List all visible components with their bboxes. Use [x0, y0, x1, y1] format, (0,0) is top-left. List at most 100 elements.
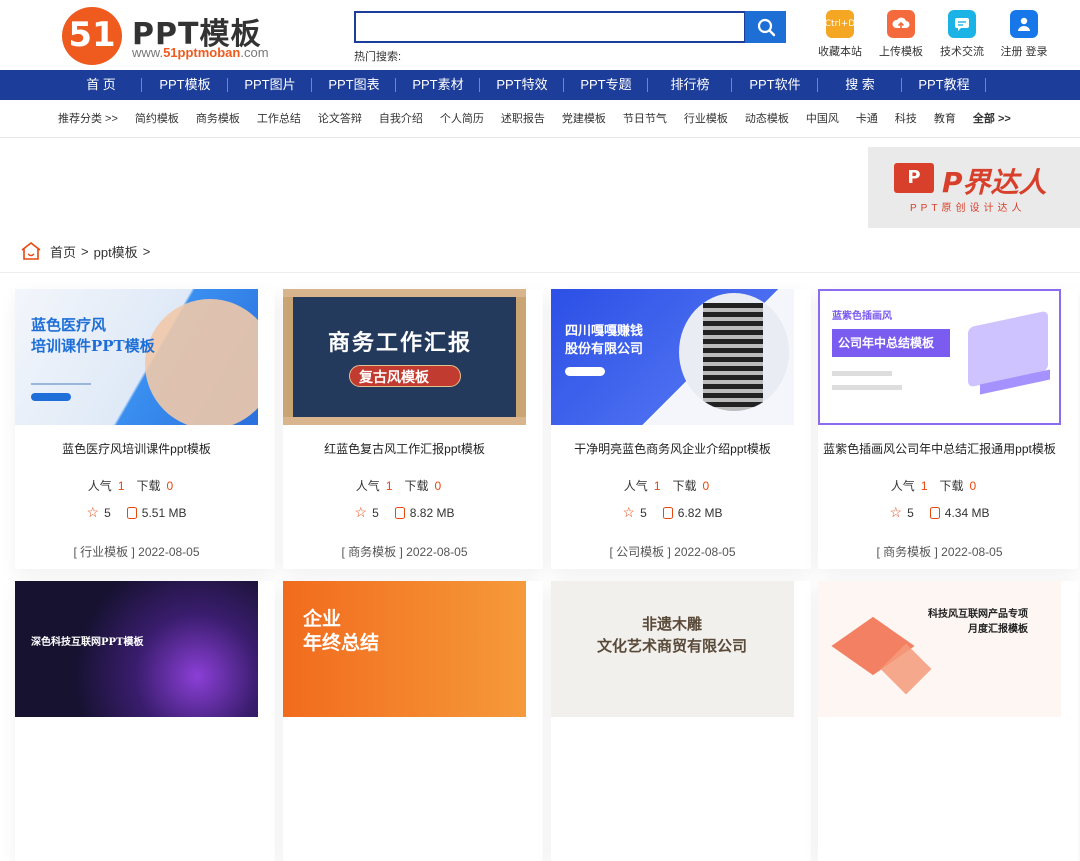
bookmark-site-button[interactable]: Ctrl+D 收藏本站 [810, 10, 870, 59]
template-stats: 人气 1 下载 0 [890, 479, 977, 493]
site-logo[interactable]: 51 PPT模板 www.51pptmoban.com [62, 5, 282, 65]
category-item[interactable]: 教育 [934, 100, 956, 138]
category-item[interactable]: 论文答辩 [318, 100, 362, 138]
category-item[interactable]: 个人简历 [440, 100, 484, 138]
nav-item[interactable]: PPT专题 [564, 70, 648, 100]
ppt-logo-icon: P [894, 163, 934, 193]
pjie-daren-banner[interactable]: P P界达人 PPT原创设计达人 [868, 147, 1080, 228]
template-thumbnail[interactable]: 科技风互联网产品专项 月度汇报模板 [818, 581, 1061, 717]
template-category-date: [ 商务模板 ] 2022-08-05 [341, 545, 468, 559]
template-meta: ☆ 5 6.82 MB [622, 504, 723, 520]
category-all-link[interactable]: 全部 >> [973, 100, 1011, 138]
divider [0, 272, 1080, 273]
nav-item[interactable]: PPT图片 [228, 70, 312, 100]
template-stats: 人气 1 下载 0 [355, 479, 442, 493]
breadcrumb-current[interactable]: ppt模板 [94, 242, 138, 261]
nav-item[interactable]: PPT软件 [732, 70, 818, 100]
category-item[interactable]: 卡通 [856, 100, 878, 138]
breadcrumb-separator: > [81, 243, 89, 259]
template-meta: ☆ 5 4.34 MB [889, 504, 990, 520]
nav-item[interactable]: 首 页 [60, 70, 142, 100]
upload-template-button[interactable]: 上传模板 [871, 10, 931, 59]
category-item[interactable]: 动态模板 [745, 100, 789, 138]
star-icon: ☆ [86, 504, 100, 520]
search-input[interactable] [356, 13, 744, 41]
template-meta: ☆ 5 5.51 MB [86, 504, 187, 520]
nav-item[interactable]: PPT素材 [396, 70, 480, 100]
template-thumbnail[interactable]: 商务工作汇报 复古风模板 [283, 289, 526, 425]
template-thumbnail[interactable]: 非遗木雕 文化艺术商贸有限公司 [551, 581, 794, 717]
template-thumbnail[interactable]: 公司年中总结模板 蓝紫色插画风 [818, 289, 1061, 425]
search-button[interactable] [745, 11, 786, 43]
template-title[interactable]: 干净明亮蓝色商务风企业介绍ppt模板 [551, 440, 794, 457]
template-thumbnail[interactable]: 企业 年终总结 [283, 581, 526, 717]
template-card[interactable]: 四川嘎嘎赚钱 股份有限公司 干净明亮蓝色商务风企业介绍ppt模板 人气 1 下载 0 … [551, 289, 811, 569]
template-category-date: [ 行业模板 ] 2022-08-05 [73, 545, 200, 559]
logo-mark: 51 [62, 7, 122, 65]
site-header: 51 PPT模板 www.51pptmoban.com 热门搜索: Ctrl+D… [0, 0, 1080, 70]
category-item[interactable]: 节日节气 [623, 100, 667, 138]
star-icon: ☆ [889, 504, 903, 520]
template-thumbnail[interactable]: 深色科技互联网PPT模板 [15, 581, 258, 717]
breadcrumb-separator: > [142, 243, 151, 259]
thumbnail-title: 深色科技互联网PPT模板 [31, 637, 144, 648]
nav-item[interactable]: 排行榜 [648, 70, 732, 100]
main-nav: 首 页 PPT模板 PPT图片 PPT图表 PPT素材 PPT特效 PPT专题 排行榜 PPT软… [0, 70, 1080, 100]
nav-item[interactable]: PPT特效 [480, 70, 564, 100]
category-item[interactable]: 述职报告 [501, 100, 545, 138]
upload-cloud-icon [887, 10, 915, 38]
logo-url: www.51pptmoban.com [132, 45, 269, 60]
bookmark-icon: Ctrl+D [825, 10, 855, 38]
template-title[interactable]: 蓝紫色插画风公司年中总结汇报通用ppt模板 [818, 440, 1061, 457]
breadcrumb-home[interactable]: 首页 [50, 242, 76, 261]
file-size-icon [394, 506, 405, 519]
breadcrumb: 首页 > ppt模板 > [20, 240, 150, 262]
chat-icon [948, 10, 976, 38]
register-login-button[interactable]: 注册 登录 [994, 10, 1054, 59]
nav-item[interactable]: PPT图表 [312, 70, 396, 100]
file-size-icon [929, 506, 940, 519]
category-item[interactable]: 商务模板 [196, 100, 240, 138]
tech-exchange-button[interactable]: 技术交流 [932, 10, 992, 59]
template-card[interactable]: 非遗木雕 文化艺术商贸有限公司 [551, 581, 811, 861]
user-icon [1010, 10, 1038, 38]
template-category-date: [ 商务模板 ] 2022-08-05 [876, 545, 1003, 559]
template-meta: ☆ 5 8.82 MB [354, 504, 455, 520]
template-thumbnail[interactable]: 蓝色医疗风 培训课件PPT模板 [15, 289, 258, 425]
star-icon: ☆ [622, 504, 636, 520]
thumbnail-title: 公司年中总结模板 [832, 329, 950, 357]
template-category-date: [ 公司模板 ] 2022-08-05 [609, 545, 736, 559]
category-item[interactable]: 党建模板 [562, 100, 606, 138]
search-field[interactable] [354, 11, 746, 43]
template-title[interactable]: 红蓝色复古风工作汇报ppt模板 [283, 440, 526, 457]
hot-search-label: 热门搜索: [354, 51, 402, 63]
banner-subtitle: PPT原创设计达人 [910, 203, 1026, 214]
star-icon: ☆ [354, 504, 368, 520]
category-item[interactable]: 工作总结 [257, 100, 301, 138]
thumbnail-title: 科技风互联网产品专项 月度汇报模板 [928, 609, 1028, 635]
tech-exchange-label: 技术交流 [940, 46, 984, 58]
category-item[interactable]: 科技 [895, 100, 917, 138]
template-stats: 人气 1 下载 0 [623, 479, 710, 493]
nav-item[interactable]: PPT教程 [902, 70, 986, 100]
template-thumbnail[interactable]: 四川嘎嘎赚钱 股份有限公司 [551, 289, 794, 425]
upload-template-label: 上传模板 [879, 46, 923, 58]
template-card[interactable]: 深色科技互联网PPT模板 [15, 581, 275, 861]
thumbnail-subtitle: 复古风模板 [359, 370, 429, 386]
template-card[interactable]: 蓝色医疗风 培训课件PPT模板 蓝色医疗风培训课件ppt模板 人气 1 下载 0 ☆ 5… [15, 289, 275, 569]
banner-title: P界达人 [942, 166, 1047, 199]
category-recommend-label: 推荐分类 >> [58, 113, 118, 125]
template-card[interactable]: 科技风互联网产品专项 月度汇报模板 [818, 581, 1078, 861]
category-item[interactable]: 行业模板 [684, 100, 728, 138]
category-item[interactable]: 中国风 [806, 100, 839, 138]
template-card[interactable]: 企业 年终总结 [283, 581, 543, 861]
thumbnail-title: 四川嘎嘎赚钱 股份有限公司 [565, 324, 644, 357]
template-card[interactable]: 商务工作汇报 复古风模板 红蓝色复古风工作汇报ppt模板 人气 1 下载 0 ☆ 5 8… [283, 289, 543, 569]
file-size-icon [662, 506, 673, 519]
nav-item[interactable]: PPT模板 [142, 70, 228, 100]
category-item[interactable]: 简约模板 [135, 100, 179, 138]
template-card[interactable]: 公司年中总结模板 蓝紫色插画风 蓝紫色插画风公司年中总结汇报通用ppt模板 人气… [818, 289, 1078, 569]
category-item[interactable]: 自我介绍 [379, 100, 423, 138]
template-title[interactable]: 蓝色医疗风培训课件ppt模板 [15, 440, 258, 457]
nav-item[interactable]: 搜 索 [818, 70, 902, 100]
